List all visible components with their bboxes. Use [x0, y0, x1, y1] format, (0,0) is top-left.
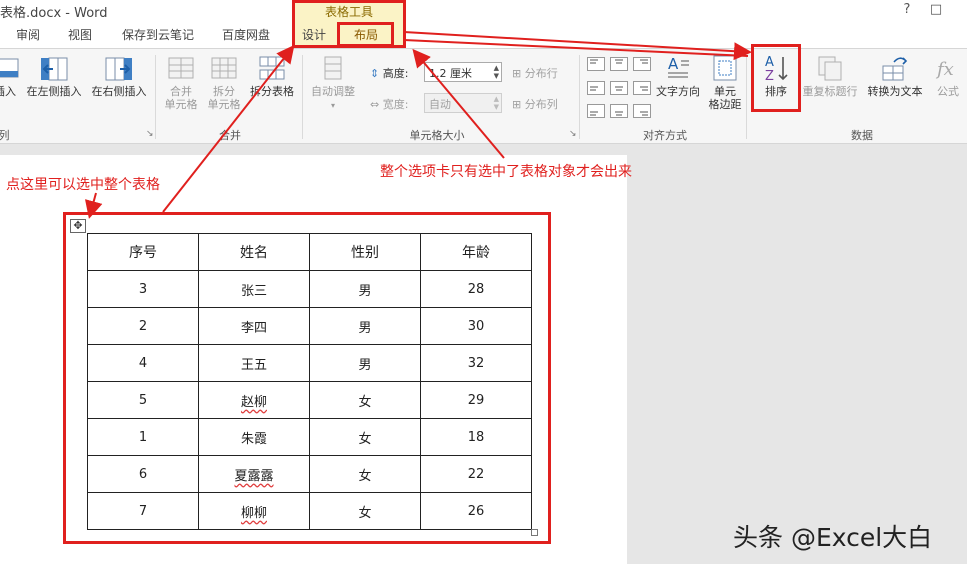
formula-button[interactable]: fx 公式: [932, 53, 964, 98]
row-height-field[interactable]: 1.2 厘米 ▲ ▼: [424, 62, 502, 82]
cell-size-launcher-icon[interactable]: ↘: [569, 129, 577, 139]
align-top-left-icon[interactable]: [587, 57, 605, 71]
cell-margins-icon: [713, 55, 737, 81]
insert-left-icon: [41, 57, 68, 81]
align-bottom-right-icon[interactable]: [633, 104, 651, 118]
repeat-header-icon: [818, 56, 842, 81]
split-table-button[interactable]: 拆分表格: [246, 53, 298, 98]
merge-cells-button[interactable]: 合并 单元格: [162, 53, 200, 111]
divider: [579, 55, 580, 139]
spin-arrows-icon[interactable]: ▲ ▼: [494, 64, 499, 80]
insert-left-button[interactable]: 在左侧插入: [24, 53, 84, 98]
align-middle-left-icon[interactable]: [587, 81, 605, 95]
spin-arrows-icon[interactable]: ▲ ▼: [494, 95, 499, 111]
col-width-field[interactable]: 自动 ▲ ▼: [424, 93, 502, 113]
distribute-rows-icon: ⊞: [512, 67, 522, 80]
cell-margins-button[interactable]: 单元 格边距: [707, 53, 743, 111]
help-icon[interactable]: ?: [899, 2, 915, 17]
convert-to-text-icon: [882, 57, 908, 81]
watermark: 头条 @Excel大白: [733, 523, 933, 552]
row-height-icon: ⇕: [370, 67, 380, 80]
col-width-icon: ⇔: [370, 98, 380, 111]
cell-size-group-label: 单元格大小: [409, 129, 465, 142]
divider: [155, 55, 156, 139]
tab-visibility-note: 整个选项卡只有选中了表格对象才会出来: [380, 164, 632, 180]
ribbon: 插入 在左侧插入 在右侧插入 列 ↘ 合并 单元格 拆分 单元格: [0, 48, 967, 144]
insert-below-icon: [0, 58, 19, 78]
divider: [302, 55, 303, 139]
split-cells-button[interactable]: 拆分 单元格: [205, 53, 243, 111]
tab-view[interactable]: 视图: [68, 26, 92, 43]
formula-icon: fx: [935, 59, 954, 80]
rows-cols-group-label: 列: [0, 129, 10, 142]
alignment-group-label: 对齐方式: [643, 129, 687, 142]
select-table-note: 点这里可以选中整个表格: [6, 177, 160, 193]
rows-cols-launcher-icon[interactable]: ↘: [146, 129, 154, 139]
insert-right-button[interactable]: 在右侧插入: [89, 53, 149, 98]
divider: [746, 55, 747, 139]
align-middle-center-icon[interactable]: [610, 81, 628, 95]
window-title: 表格.docx - Word: [0, 6, 108, 21]
title-bar: 表格.docx - Word ? □: [0, 0, 967, 21]
align-top-right-icon[interactable]: [633, 57, 651, 71]
split-cells-icon: [211, 57, 237, 79]
insert-below-button[interactable]: 插入: [0, 53, 20, 98]
text-direction-icon: A: [668, 55, 689, 78]
align-middle-right-icon[interactable]: [633, 81, 651, 95]
svg-text:A: A: [668, 55, 679, 73]
insert-right-icon: [105, 57, 132, 81]
tab-save-cloud[interactable]: 保存到云笔记: [122, 26, 194, 43]
data-group-label: 数据: [851, 129, 873, 142]
split-table-icon: [259, 56, 285, 80]
repeat-header-button[interactable]: 重复标题行: [800, 53, 860, 98]
height-label-row: ⇕ 高度:: [370, 67, 409, 80]
distribute-cols-button[interactable]: ⊞ 分布列: [512, 96, 558, 112]
tab-review[interactable]: 审阅: [16, 26, 40, 43]
tab-baidu[interactable]: 百度网盘: [222, 26, 270, 43]
convert-to-text-button[interactable]: 转换为文本: [863, 53, 927, 98]
restore-icon[interactable]: □: [928, 2, 944, 17]
autofit-button[interactable]: 自动调整 ▾: [306, 53, 360, 112]
autofit-icon: [324, 56, 342, 80]
merge-cells-icon: [168, 57, 194, 79]
ribbon-tabs: 审阅 视图 保存到云笔记 百度网盘: [0, 20, 967, 48]
align-bottom-center-icon[interactable]: [610, 104, 628, 118]
distribute-rows-button[interactable]: ⊞ 分布行: [512, 65, 558, 81]
align-bottom-left-icon[interactable]: [587, 104, 605, 118]
align-top-center-icon[interactable]: [610, 57, 628, 71]
dropdown-arrow-icon: ▾: [330, 101, 335, 110]
highlight-layout-tab: [337, 22, 394, 47]
highlight-sort: [751, 44, 801, 112]
svg-text:fx: fx: [935, 59, 954, 80]
merge-group-label: 合并: [219, 129, 241, 142]
width-label-row: ⇔ 宽度:: [370, 98, 409, 111]
distribute-cols-icon: ⊞: [512, 98, 522, 111]
text-direction-button[interactable]: A 文字方向: [651, 53, 705, 98]
highlight-table: [63, 212, 551, 544]
